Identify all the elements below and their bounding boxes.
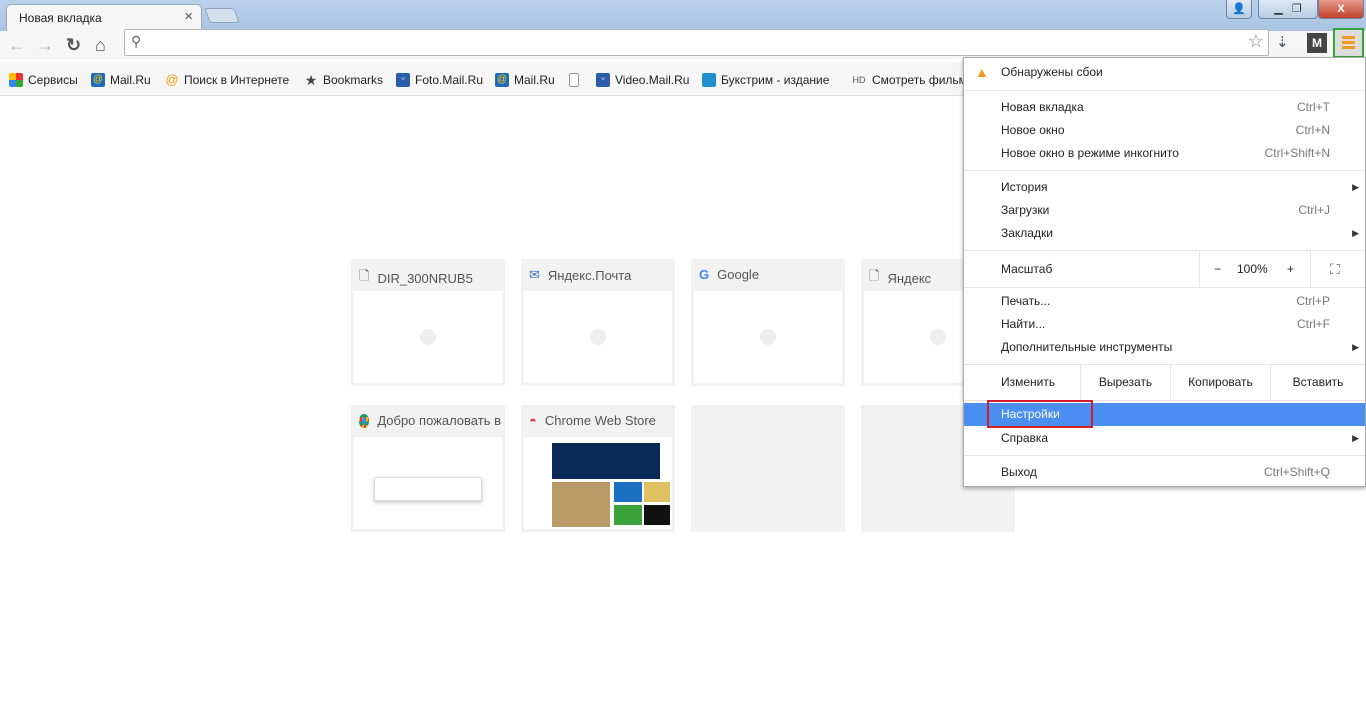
google-icon: G	[699, 267, 710, 282]
menu-more-tools[interactable]: Дополнительные инструменты ▶	[964, 336, 1365, 359]
reload-icon[interactable]: ↻	[66, 34, 81, 56]
video-icon: ᵕ	[596, 73, 610, 87]
bookmark-item[interactable]: @ Поиск в Интернете	[165, 72, 289, 88]
m-extension-icon[interactable]: M	[1307, 33, 1327, 53]
bookmark-item[interactable]: ᵕ Video.Mail.Ru	[596, 73, 689, 87]
page-icon: 🗋	[869, 268, 880, 283]
profile-icon[interactable]: 👤	[1226, 0, 1252, 19]
bookmark-item[interactable]	[569, 73, 584, 87]
bookmark-item[interactable]: ★ Bookmarks	[304, 73, 383, 87]
zoom-in-button[interactable]: +	[1287, 251, 1294, 287]
foto-icon: ᵕ	[396, 73, 410, 87]
menu-bookmarks[interactable]: Закладки ▶	[964, 222, 1365, 245]
new-tab-button[interactable]	[204, 8, 240, 23]
webstore-thumbnail	[524, 437, 672, 529]
zoom-level: 100%	[1237, 262, 1268, 276]
submenu-arrow-icon: ▶	[1352, 433, 1359, 443]
submenu-arrow-icon: ▶	[1352, 182, 1359, 192]
download-extension-icon[interactable]: ⇣	[1276, 33, 1289, 51]
back-icon[interactable]: ←	[8, 34, 26, 56]
page-icon: 🗋	[359, 268, 370, 283]
warning-icon: ▲	[975, 64, 989, 80]
bookmark-item[interactable]: ᵕ Foto.Mail.Ru	[396, 73, 483, 87]
title-bar: Новая вкладка × 👤 ▁ ❐ X	[0, 0, 1366, 31]
submenu-arrow-icon: ▶	[1352, 342, 1359, 352]
menu-downloads[interactable]: Загрузки Ctrl+J	[964, 199, 1365, 222]
bookmark-item[interactable]: HD Смотреть фильм	[851, 73, 967, 87]
tile[interactable]: ✉ Яндекс.Почта	[521, 259, 675, 386]
home-icon[interactable]: ⌂	[95, 34, 106, 56]
menu-print[interactable]: Печать... Ctrl+P	[964, 290, 1365, 313]
mailru-icon: @	[91, 73, 105, 87]
tile[interactable]: ◓ Chrome Web Store	[521, 405, 675, 532]
menu-find[interactable]: Найти... Ctrl+F	[964, 313, 1365, 336]
cut-button[interactable]: Вырезать	[1081, 365, 1170, 400]
book-icon	[702, 73, 716, 87]
chrome-icon	[359, 413, 370, 428]
mail-icon: ✉	[529, 267, 540, 282]
submenu-arrow-icon: ▶	[1352, 228, 1359, 238]
close-tab-icon[interactable]: ×	[184, 8, 193, 25]
menu-exit[interactable]: Выход Ctrl+Shift+Q	[964, 461, 1365, 484]
copy-button[interactable]: Копировать	[1171, 365, 1270, 400]
menu-history[interactable]: История ▶	[964, 176, 1365, 199]
bookmark-item[interactable]: @ Mail.Ru	[495, 73, 555, 87]
bookmark-item[interactable]: Сервисы	[9, 73, 78, 87]
tab-title: Новая вкладка	[19, 11, 102, 25]
star-icon[interactable]: ☆	[1248, 31, 1264, 52]
chrome-menu-button[interactable]	[1333, 28, 1364, 58]
menu-incognito[interactable]: Новое окно в режиме инкогнито Ctrl+Shift+…	[964, 142, 1365, 165]
mailru-icon: @	[495, 73, 509, 87]
welcome-thumbnail	[354, 437, 502, 529]
forward-icon[interactable]: →	[36, 34, 54, 56]
chrome-menu: ▲ Обнаружены сбои Новая вкладка Ctrl+T Нов…	[963, 57, 1366, 487]
omnibox[interactable]: ⚲ ☆	[124, 29, 1269, 56]
menu-crash-detected[interactable]: ▲ Обнаружены сбои	[964, 61, 1365, 84]
empty-tile	[691, 405, 845, 532]
menu-settings[interactable]: Настройки	[964, 400, 1365, 428]
tile[interactable]: Добро пожаловать в	[351, 405, 505, 532]
paste-button[interactable]: Вставить	[1271, 365, 1365, 400]
minimize-restore-buttons[interactable]: ▁ ❐	[1258, 0, 1318, 19]
search-mailru-icon: @	[165, 72, 179, 87]
tab-new-tab[interactable]: Новая вкладка ×	[6, 4, 202, 31]
menu-edit-row: Изменить Вырезать Копировать Вставить	[964, 365, 1365, 400]
tile[interactable]: G Google	[691, 259, 845, 386]
menu-new-tab[interactable]: Новая вкладка Ctrl+T	[964, 96, 1365, 119]
menu-new-window[interactable]: Новое окно Ctrl+N	[964, 119, 1365, 142]
tile[interactable]: 🗋 DIR_300NRUB5	[351, 259, 505, 386]
search-icon: ⚲	[131, 33, 142, 49]
menu-zoom: Масштаб − 100% + ⛶	[964, 251, 1365, 287]
fullscreen-icon[interactable]: ⛶	[1330, 251, 1340, 287]
bookmark-item[interactable]: @ Mail.Ru	[91, 73, 151, 87]
apps-grid-icon	[9, 73, 23, 87]
bookmark-item[interactable]: Букстрим - издание	[702, 73, 829, 87]
zoom-out-button[interactable]: −	[1214, 251, 1221, 287]
close-window-button[interactable]: X	[1318, 0, 1364, 19]
menu-help[interactable]: Справка ▶	[964, 427, 1365, 450]
settings-highlight-box	[987, 400, 1093, 428]
webstore-icon: ◓	[529, 413, 537, 428]
star-icon: ★	[304, 72, 318, 88]
page-icon	[569, 73, 579, 87]
hd-icon: HD	[852, 75, 866, 85]
hamburger-icon	[1342, 36, 1355, 39]
